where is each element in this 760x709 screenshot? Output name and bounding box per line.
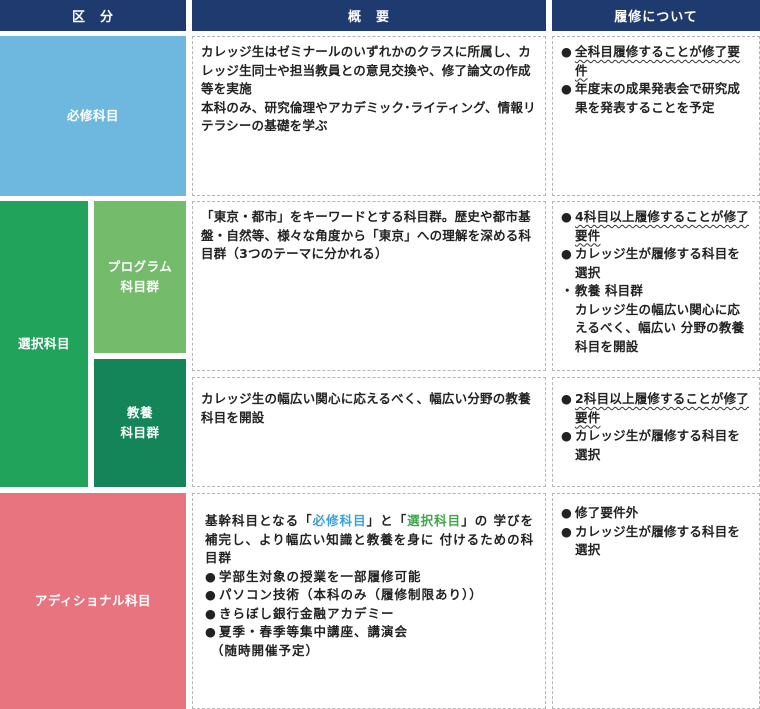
additional-bullet-text: きらぼし銀行金融アカデミー — [219, 605, 395, 621]
bullet-icon: ● — [561, 44, 573, 59]
category-kyoyo-label-2: 科目群 — [120, 425, 160, 440]
summary-kyoyo: カレッジ生の幅広い関心に応えるべく、幅広い分野の教養科目を開設 — [192, 377, 546, 487]
elective-highlight: 選択科目 — [407, 513, 462, 528]
requirement-text: 年度末の成果発表会で研究成果を発表することを予定 — [575, 81, 741, 115]
requirements-program: ● 4科目以上履修することが修了要件 ● カレッジ生が履修する科目を選択 ・ 教… — [552, 201, 760, 371]
category-kyoyo-label-1: 教養 — [126, 405, 153, 420]
summary-required: カレッジ生はゼミナールのいずれかのクラスに所属し、カレッジ生同士や担当教員との意… — [192, 36, 546, 196]
category-required-label: 必修科目 — [66, 108, 119, 123]
bullet-icon: ● — [561, 391, 573, 406]
category-program-label-1: プログラム — [107, 259, 173, 274]
category-program-label-2: 科目群 — [120, 279, 160, 294]
bullet-icon: ● — [561, 505, 573, 520]
summary-program-text: 「東京・都市」をキーワードとする科目群。歴史や都市基盤・自然等、様々な角度から「… — [201, 209, 532, 261]
additional-bullet: ● 学部生対象の授業を一部履修可能 — [205, 568, 535, 587]
intro-part: 基幹科目となる「 — [205, 513, 313, 528]
requirement-text: カレッジ生が履修する科目を選択 — [575, 246, 741, 280]
bullet-icon: ● — [561, 246, 573, 261]
bullet-icon: ● — [561, 428, 573, 443]
requirements-required: ● 全科目履修することが修了要件 ● 年度末の成果発表会で研究成果を発表すること… — [552, 36, 760, 196]
requirement-item: ・ 教養 科目群 — [561, 282, 751, 301]
additional-bullet-text: 学部生対象の授業を一部履修可能 — [219, 568, 422, 584]
bullet-icon: ● — [561, 523, 573, 539]
category-additional-label: アディショナル科目 — [34, 593, 152, 608]
header-summary: 概 要 — [192, 0, 546, 31]
requirement-item: ● 2科目以上履修することが修了要件 — [561, 390, 751, 427]
requirement-text: 4科目以上履修することが修了要件 — [575, 209, 749, 243]
bullet-icon: ● — [205, 624, 217, 639]
additional-bullet: ● 夏季・春季等集中講座、講演会 — [205, 623, 535, 642]
requirement-item: ● カレッジ生が履修する科目を選択 — [561, 523, 751, 560]
requirement-text: 修了要件外 — [575, 505, 639, 520]
summary-additional: 基幹科目となる「必修科目」と「選択科目」の 学びを補完し、より幅広い知識と教養を… — [192, 493, 546, 709]
requirement-item: ● 4科目以上履修することが修了要件 — [561, 208, 751, 245]
category-elective: 選択科目 — [0, 201, 88, 487]
required-highlight: 必修科目 — [312, 513, 367, 528]
requirement-text: 2科目以上履修することが修了要件 — [575, 391, 749, 425]
summary-additional-intro: 基幹科目となる「必修科目」と「選択科目」の 学びを補完し、より幅広い知識と教養を… — [205, 512, 535, 568]
additional-bullet-text: パソコン技術（本科のみ（履修制限あり）） — [219, 587, 483, 602]
bullet-icon: ● — [205, 605, 217, 621]
summary-required-line2: 本科のみ、研究倫理やアカデミック･ライティング、情報リテラシーの基礎を学ぶ — [201, 99, 536, 134]
additional-note: （随時開催予定） — [211, 642, 320, 658]
header-category: 区 分 — [0, 0, 186, 31]
requirements-kyoyo: ● 2科目以上履修することが修了要件 ● カレッジ生が履修する科目を選択 — [552, 377, 760, 487]
requirement-item: ● カレッジ生が履修する科目を選択 — [561, 427, 751, 464]
summary-required-line1: カレッジ生はゼミナールのいずれかのクラスに所属し、カレッジ生同士や担当教員との意… — [201, 44, 531, 96]
requirement-text: 全科目履修することが修了要件 — [575, 44, 741, 78]
requirement-item: ● 修了要件外 — [561, 504, 751, 523]
additional-bullet-text: 夏季・春季等集中講座、講演会 — [219, 624, 409, 639]
requirement-text: 教養 科目群 — [575, 283, 644, 298]
category-program: プログラム 科目群 — [94, 201, 186, 353]
requirement-text: カレッジ生が履修する科目を選択 — [575, 523, 741, 558]
requirement-subtext: カレッジ生の幅広い関心に応えるべく、幅広い 分野の教養科目を開設 — [575, 301, 745, 354]
bullet-icon: ● — [561, 209, 573, 224]
requirements-additional: ● 修了要件外 ● カレッジ生が履修する科目を選択 — [552, 493, 760, 709]
additional-bullet: ● パソコン技術（本科のみ（履修制限あり）） — [205, 586, 535, 605]
header-requirements: 履修について — [552, 0, 760, 31]
category-required: 必修科目 — [0, 36, 186, 196]
category-kyoyo: 教養 科目群 — [94, 359, 186, 487]
summary-program: 「東京・都市」をキーワードとする科目群。歴史や都市基盤・自然等、様々な角度から「… — [192, 201, 546, 371]
bullet-icon: ● — [561, 81, 573, 96]
category-additional: アディショナル科目 — [0, 493, 186, 709]
intro-part: 」と「 — [366, 513, 408, 528]
bullet-icon: ● — [205, 568, 217, 584]
requirement-item: ● 全科目履修することが修了要件 — [561, 43, 751, 80]
dot-icon: ・ — [561, 283, 574, 298]
additional-bullet: ● きらぼし銀行金融アカデミー — [205, 605, 535, 624]
summary-kyoyo-text: カレッジ生の幅広い関心に応えるべく、幅広い分野の教養科目を開設 — [201, 391, 531, 425]
requirement-item: ● 年度末の成果発表会で研究成果を発表することを予定 — [561, 80, 751, 117]
bullet-icon: ● — [205, 587, 217, 602]
category-elective-label: 選択科目 — [17, 336, 70, 351]
requirement-text: カレッジ生が履修する科目を選択 — [575, 428, 741, 462]
requirement-item: ● カレッジ生が履修する科目を選択 — [561, 245, 751, 282]
